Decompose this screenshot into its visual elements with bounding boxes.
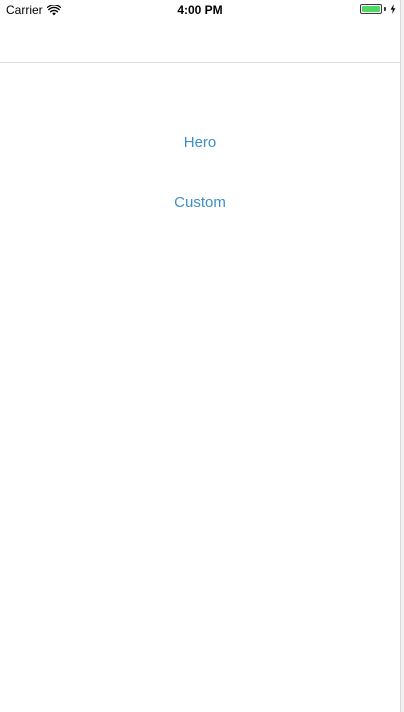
status-bar: Carrier 4:00 PM	[0, 0, 400, 20]
battery-group	[360, 4, 396, 14]
hero-button[interactable]: Hero	[0, 133, 400, 153]
battery-icon	[360, 4, 382, 14]
charging-bolt-icon	[390, 4, 396, 14]
window-right-edge	[400, 0, 404, 712]
navigation-bar	[0, 20, 400, 63]
app-screen: Carrier 4:00 PM Hero Custom	[0, 0, 400, 712]
status-time: 4:00 PM	[177, 3, 223, 17]
custom-button[interactable]: Custom	[0, 193, 400, 213]
battery-cap	[384, 7, 386, 11]
battery-level-fill	[362, 6, 380, 12]
